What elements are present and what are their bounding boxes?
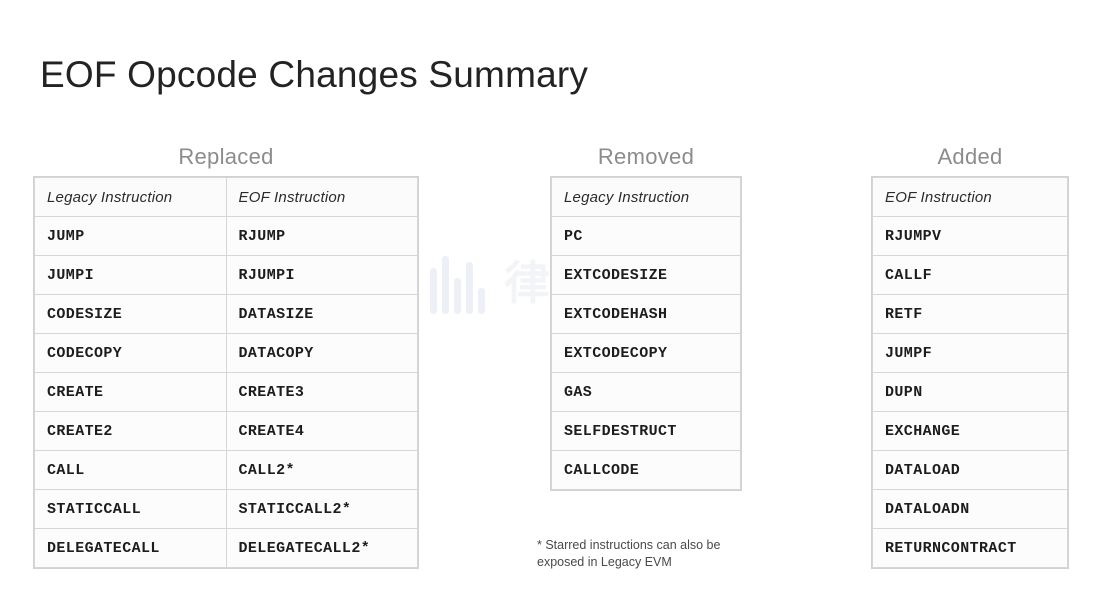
cell-legacy-instruction: STATICCALL (34, 489, 227, 529)
table-row: EXTCODEHASH (551, 294, 741, 334)
table-row: CODESIZE DATASIZE (34, 294, 418, 334)
table-row: EXTCODESIZE (551, 255, 741, 295)
table-row: PC (551, 216, 741, 256)
cell-legacy-instruction: DELEGATECALL (34, 528, 227, 568)
column-replaced: Replaced Legacy Instruction EOF Instruct… (34, 144, 418, 568)
cell-eof-instruction: RJUMPV (872, 216, 1068, 256)
table-row: CALLCODE (551, 450, 741, 490)
table-row: JUMP RJUMP (34, 216, 418, 256)
cell-legacy-instruction: EXTCODECOPY (551, 333, 741, 373)
cell-legacy-instruction: CALL (34, 450, 227, 490)
table-row: JUMPF (872, 333, 1068, 373)
cell-legacy-instruction: SELFDESTRUCT (551, 411, 741, 451)
slide-canvas: 律动 EOF Opcode Changes Summary Replaced L… (0, 0, 1100, 595)
cell-legacy-instruction: EXTCODEHASH (551, 294, 741, 334)
table-replaced: Legacy Instruction EOF Instruction JUMP … (34, 177, 418, 568)
bar-logo-icon (430, 252, 485, 314)
page-title: EOF Opcode Changes Summary (40, 54, 589, 95)
table-removed-body: Legacy Instruction PC EXTCODESIZE EXTCOD… (551, 177, 741, 490)
cell-eof-instruction: RJUMPI (225, 255, 418, 295)
column-header-eof-instruction: EOF Instruction (225, 177, 418, 217)
table-row: CALLF (872, 255, 1068, 295)
column-added: Added EOF Instruction RJUMPV CALLF RETF … (872, 144, 1068, 568)
cell-legacy-instruction: JUMPI (34, 255, 227, 295)
table-row: RETF (872, 294, 1068, 334)
column-header-eof-instruction: EOF Instruction (872, 177, 1068, 217)
cell-eof-instruction: JUMPF (872, 333, 1068, 373)
table-removed: Legacy Instruction PC EXTCODESIZE EXTCOD… (551, 177, 741, 490)
cell-eof-instruction: DUPN (872, 372, 1068, 412)
table-row: DUPN (872, 372, 1068, 412)
table-row: RJUMPV (872, 216, 1068, 256)
table-row: RETURNCONTRACT (872, 528, 1068, 568)
table-header-row: EOF Instruction (872, 177, 1068, 217)
table-row: DELEGATECALL DELEGATECALL2* (34, 528, 418, 568)
table-row: CALL CALL2* (34, 450, 418, 490)
cell-legacy-instruction: EXTCODESIZE (551, 255, 741, 295)
table-row: EXCHANGE (872, 411, 1068, 451)
table-row: CREATE CREATE3 (34, 372, 418, 412)
cell-eof-instruction: DATALOADN (872, 489, 1068, 529)
table-row: SELFDESTRUCT (551, 411, 741, 451)
table-added-body: EOF Instruction RJUMPV CALLF RETF JUMPF … (872, 177, 1068, 568)
cell-legacy-instruction: CREATE2 (34, 411, 227, 451)
cell-eof-instruction: RJUMP (225, 216, 418, 256)
table-added: EOF Instruction RJUMPV CALLF RETF JUMPF … (872, 177, 1068, 568)
cell-legacy-instruction: GAS (551, 372, 741, 412)
cell-eof-instruction: DATASIZE (225, 294, 418, 334)
cell-eof-instruction: CALLF (872, 255, 1068, 295)
cell-legacy-instruction: CODECOPY (34, 333, 227, 373)
table-row: GAS (551, 372, 741, 412)
cell-legacy-instruction: CALLCODE (551, 450, 741, 490)
cell-eof-instruction: CALL2* (225, 450, 418, 490)
table-row: JUMPI RJUMPI (34, 255, 418, 295)
table-row: STATICCALL STATICCALL2* (34, 489, 418, 529)
table-row: DATALOAD (872, 450, 1068, 490)
cell-eof-instruction: CREATE3 (225, 372, 418, 412)
table-replaced-body: Legacy Instruction EOF Instruction JUMP … (34, 177, 418, 568)
cell-legacy-instruction: JUMP (34, 216, 227, 256)
table-row: DATALOADN (872, 489, 1068, 529)
table-header-row: Legacy Instruction (551, 177, 741, 217)
table-row: EXTCODECOPY (551, 333, 741, 373)
table-row: CODECOPY DATACOPY (34, 333, 418, 373)
cell-eof-instruction: EXCHANGE (872, 411, 1068, 451)
cell-eof-instruction: STATICCALL2* (225, 489, 418, 529)
cell-eof-instruction: RETURNCONTRACT (872, 528, 1068, 568)
cell-legacy-instruction: CODESIZE (34, 294, 227, 334)
footnote: * Starred instructions can also be expos… (537, 538, 721, 569)
cell-legacy-instruction: CREATE (34, 372, 227, 412)
column-heading-removed: Removed (597, 144, 695, 169)
column-heading-replaced: Replaced (178, 144, 274, 169)
cell-eof-instruction: RETF (872, 294, 1068, 334)
table-row: CREATE2 CREATE4 (34, 411, 418, 451)
cell-eof-instruction: DATALOAD (872, 450, 1068, 490)
table-header-row: Legacy Instruction EOF Instruction (34, 177, 418, 217)
cell-legacy-instruction: PC (551, 216, 741, 256)
column-heading-added: Added (937, 144, 1003, 169)
column-removed: Removed Legacy Instruction PC EXTCODESIZ… (551, 144, 741, 490)
cell-eof-instruction: DATACOPY (225, 333, 418, 373)
column-header-legacy-instruction: Legacy Instruction (34, 177, 227, 217)
cell-eof-instruction: CREATE4 (225, 411, 418, 451)
column-header-legacy-instruction: Legacy Instruction (551, 177, 741, 217)
cell-eof-instruction: DELEGATECALL2* (225, 528, 418, 568)
